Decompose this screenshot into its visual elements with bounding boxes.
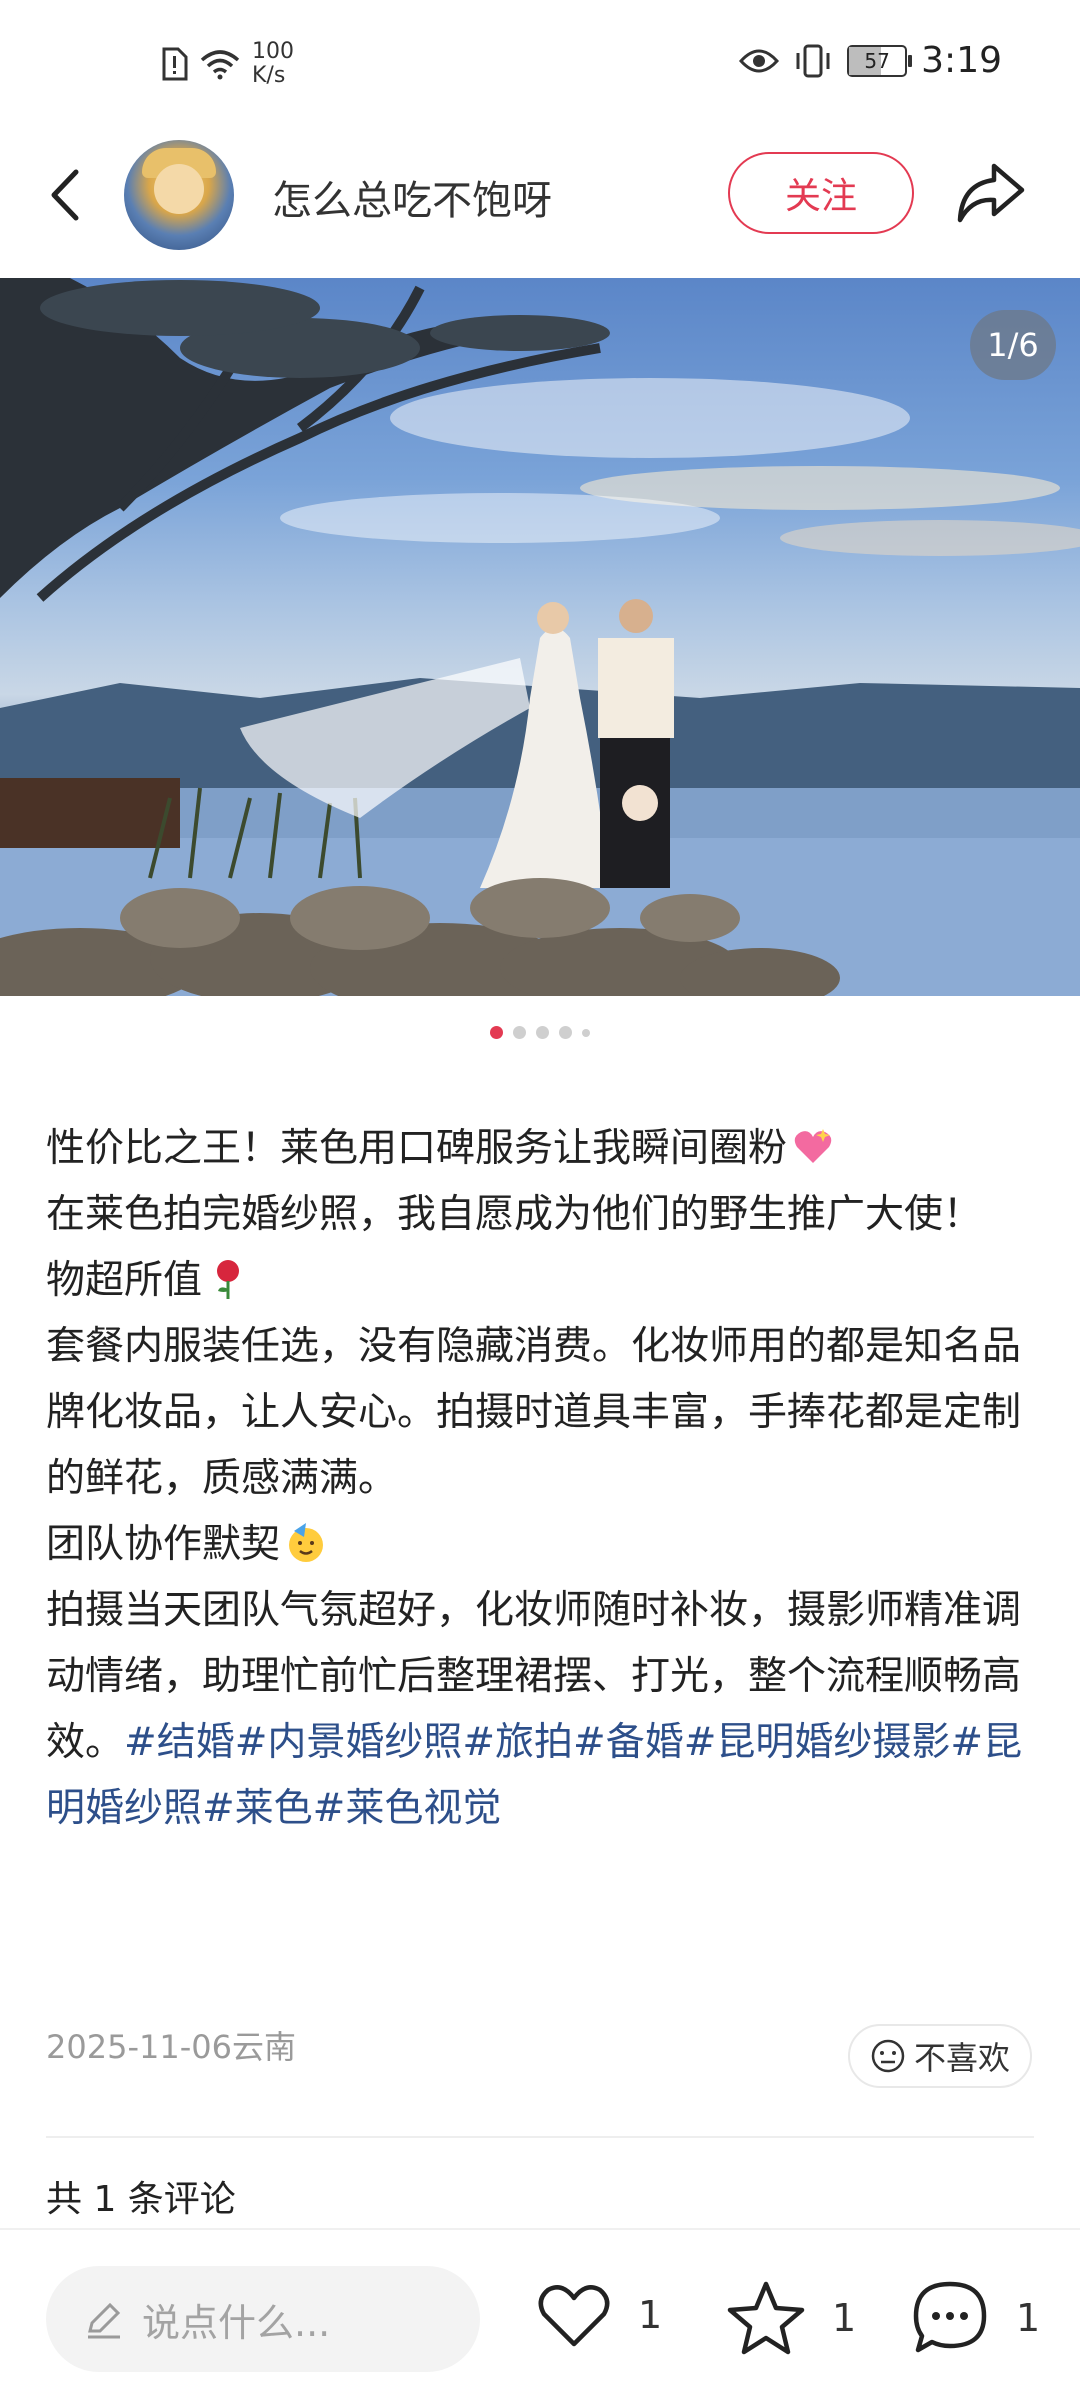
status-left: 100 K/s	[160, 40, 294, 88]
post-text: 套餐内服装任选，没有隐藏消费。化妆师用的都是知名品牌化妆品，让人安心。拍摄时道具…	[46, 1324, 1022, 1501]
network-speed-unit: K/s	[252, 63, 286, 88]
status-bar: 100 K/s 57 3:19	[0, 0, 1080, 120]
like-button[interactable]: 1	[536, 2280, 662, 2350]
comment-input[interactable]: 说点什么...	[46, 2266, 480, 2372]
post-image[interactable]: 1/6	[0, 278, 1080, 996]
network-speed-value: 100	[252, 39, 294, 64]
post-heading: 物超所值	[46, 1258, 203, 1303]
comments-count-title: 共 1 条评论	[46, 2179, 236, 2220]
clock: 3:19	[921, 40, 1002, 81]
post-line: 团队协作默契	[46, 1512, 1026, 1578]
bottom-action-bar: 说点什么... 1 1 1	[0, 2228, 1080, 2402]
follow-button[interactable]: 关注	[728, 152, 914, 234]
post-text: 性价比之王！莱色用口碑服务让我瞬间圈粉	[46, 1126, 788, 1171]
post-date-location: 2025-11-06云南	[46, 2028, 296, 2066]
wedding-photo-illustration	[0, 278, 1080, 996]
pagination-dot[interactable]	[582, 1028, 590, 1037]
battery-level: 57	[864, 48, 890, 73]
comment-input-placeholder: 说点什么...	[142, 2300, 331, 2345]
author-name[interactable]: 怎么总吃不饱呀	[272, 168, 552, 226]
comment-button[interactable]: 1	[910, 2280, 1040, 2356]
comment-count: 1	[1016, 2296, 1041, 2340]
party-face-icon	[289, 1523, 324, 1562]
neutral-face-icon	[871, 2039, 905, 2073]
network-speed: 100 K/s	[252, 40, 294, 88]
post-text: 在莱色拍完婚纱照，我自愿成为他们的野生推广大使！	[46, 1192, 983, 1237]
pencil-icon	[88, 2302, 121, 2339]
author-avatar[interactable]	[124, 140, 234, 250]
dislike-button[interactable]: 不喜欢	[848, 2024, 1032, 2088]
vibrate-icon	[796, 44, 830, 77]
wifi-icon	[200, 50, 240, 80]
post-content: 性价比之王！莱色用口碑服务让我瞬间圈粉 在莱色拍完婚纱照，我自愿成为他们的野生推…	[46, 1116, 1026, 1842]
pagination-dot[interactable]	[513, 1026, 526, 1039]
sim-alert-icon	[162, 47, 188, 81]
battery-indicator: 57	[847, 44, 913, 77]
post-heading: 团队协作默契	[46, 1522, 281, 1567]
rose-icon	[217, 1260, 240, 1299]
gallery-pagination	[0, 1026, 1080, 1039]
pagination-dot[interactable]	[536, 1026, 549, 1039]
status-right: 57 3:19	[739, 40, 1002, 81]
eye-comfort-icon	[739, 49, 780, 72]
star-icon	[727, 2281, 805, 2355]
like-count: 1	[638, 2293, 663, 2337]
note-header: 怎么总吃不饱呀 关注	[0, 130, 1080, 260]
share-icon[interactable]	[954, 160, 1026, 226]
post-line: 物超所值	[46, 1248, 1026, 1314]
pagination-dot-active[interactable]	[490, 1026, 503, 1039]
post-line: 性价比之王！莱色用口碑服务让我瞬间圈粉	[46, 1116, 1026, 1182]
favorite-button[interactable]: 1	[726, 2280, 856, 2356]
heart-icon	[538, 2285, 610, 2347]
sparkling-heart-icon	[794, 1129, 832, 1163]
post-hashtags[interactable]: #结婚#内景婚纱照#旅拍#备婚#昆明婚纱摄影#昆明婚纱照#莱色#莱色视觉	[46, 1720, 1022, 1831]
dislike-label: 不喜欢	[913, 2039, 1010, 2077]
back-icon[interactable]	[40, 160, 90, 230]
divider	[46, 2136, 1034, 2138]
post-line: 拍摄当天团队气氛超好，化妆师随时补妆，摄影师精准调动情绪，助理忙前忙后整理裙摆、…	[46, 1578, 1026, 1842]
pagination-dot[interactable]	[559, 1026, 572, 1039]
image-counter: 1/6	[970, 310, 1056, 380]
favorite-count: 1	[832, 2296, 857, 2340]
comment-bubble-icon	[913, 2281, 987, 2353]
